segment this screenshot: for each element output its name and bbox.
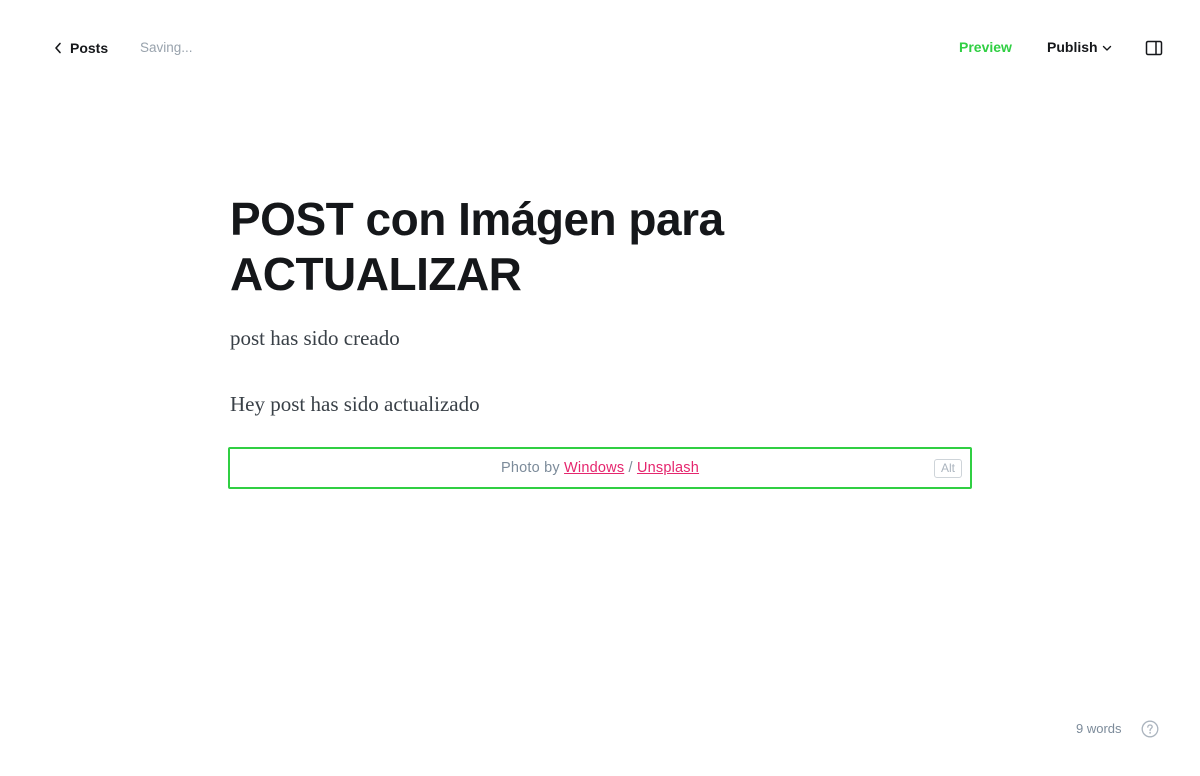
post-body-paragraph[interactable]: Hey post has sido actualizado [230,390,970,418]
image-card[interactable]: Photo by Windows / Unsplash Alt [228,447,972,489]
save-status: Saving... [140,40,193,55]
caption-separator: / [624,460,637,476]
chevron-left-icon [54,42,62,54]
publish-button-label: Publish [1047,39,1098,55]
question-circle-icon [1141,720,1159,738]
settings-sidebar-toggle[interactable] [1145,40,1163,56]
publish-button[interactable]: Publish [1047,39,1112,55]
alt-text-button[interactable]: Alt [934,459,962,478]
image-caption[interactable]: Photo by Windows / Unsplash [230,460,970,476]
post-title[interactable]: POST con Imágen para ACTUALIZAR [230,192,790,302]
preview-button[interactable]: Preview [959,39,1012,55]
word-count: 9 words [1076,721,1122,736]
back-link-label: Posts [70,40,109,56]
caption-source-link[interactable]: Unsplash [637,460,699,476]
back-to-posts-link[interactable]: Posts [54,38,108,58]
sidebar-panel-icon [1145,40,1163,56]
chevron-down-icon [1102,43,1112,52]
post-excerpt[interactable]: post has sido creado [230,324,970,352]
caption-author-link[interactable]: Windows [564,460,624,476]
help-button[interactable] [1141,720,1159,738]
post-editor: POST con Imágen para ACTUALIZAR post has… [230,192,970,418]
caption-prefix: Photo by [500,460,565,476]
editor-header: Posts Saving... Preview Publish [0,0,1200,96]
